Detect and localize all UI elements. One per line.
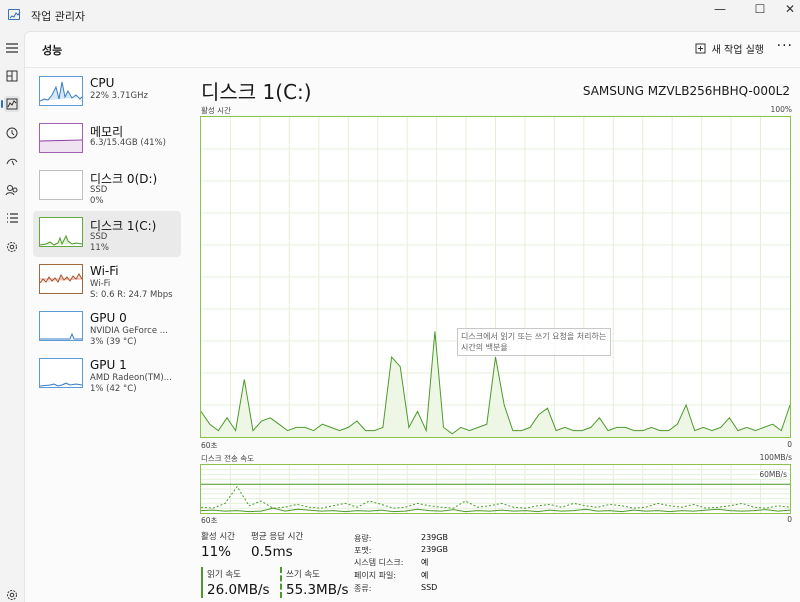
- transfer-rate-chart: [200, 464, 791, 514]
- page-title: 성능: [42, 44, 63, 57]
- minimize-button[interactable]: —: [700, 0, 740, 20]
- device-gpu-0[interactable]: GPU 0 NVIDIA GeForce ... 3% (39 °C): [33, 305, 181, 351]
- device-usage: 11%: [90, 243, 109, 253]
- response-time-label: 평균 응답 시간: [251, 532, 304, 542]
- disk0-thumbnail: [39, 170, 83, 200]
- device-cpu[interactable]: CPU 22% 3.71GHz: [33, 70, 181, 116]
- transfer-ref-label: 60MB/s: [758, 470, 788, 479]
- users-icon[interactable]: [4, 182, 20, 198]
- device-usage: 3% (39 °C): [90, 337, 137, 347]
- property-key: 시스템 디스크:: [354, 558, 404, 567]
- property-key: 용량:: [354, 534, 372, 543]
- wifi-thumbnail: [39, 264, 83, 294]
- x2-axis-right-label: 0: [787, 515, 792, 524]
- close-button[interactable]: ✕: [770, 0, 800, 20]
- device-detail: NVIDIA GeForce ...: [90, 326, 168, 336]
- processes-icon[interactable]: [4, 68, 20, 84]
- device-name: GPU 0: [90, 311, 127, 325]
- device-wifi[interactable]: Wi-Fi Wi-Fi S: 0.6 R: 24.7 Mbps: [33, 258, 181, 304]
- page-header: 성능 새 작업 실행 ···: [25, 32, 800, 68]
- content-panel: 성능 새 작업 실행 ··· CPU 22% 3.71GHz 메모리 6.3/1…: [24, 31, 800, 602]
- performance-icon[interactable]: [1, 96, 20, 112]
- settings-icon[interactable]: [4, 587, 20, 602]
- device-detail: SSD: [90, 232, 108, 242]
- property-key: 페이지 파일:: [354, 571, 397, 580]
- title-bar: 작업 관리자 — ☐ ✕: [0, 0, 800, 31]
- app-history-icon[interactable]: [4, 125, 20, 141]
- details-icon[interactable]: [4, 210, 20, 226]
- device-detail: AMD Radeon(TM)...: [90, 373, 172, 383]
- device-usage: S: 0.6 R: 24.7 Mbps: [90, 290, 173, 300]
- property-key: 포맷:: [354, 546, 372, 555]
- x-axis-right-label: 0: [787, 440, 792, 449]
- transfer-rate-svg: [200, 465, 791, 513]
- read-speed-value: 26.0MB/s: [207, 582, 270, 598]
- gpu0-thumbnail: [39, 311, 83, 341]
- write-speed-value: 55.3MB/s: [286, 582, 349, 598]
- more-options-button[interactable]: ···: [777, 38, 793, 54]
- startup-apps-icon[interactable]: [4, 153, 20, 169]
- active-time-svg: [200, 117, 791, 437]
- device-name: Wi-Fi: [90, 264, 119, 278]
- services-icon[interactable]: [4, 239, 20, 255]
- device-name: CPU: [90, 76, 115, 90]
- property-key: 종류:: [354, 584, 372, 593]
- property-value: 239GB: [421, 533, 448, 542]
- write-speed-label: 쓰기 속도: [286, 570, 320, 580]
- property-value: 예: [421, 571, 429, 580]
- active-time-stat-value: 11%: [201, 544, 232, 560]
- new-task-label: 새 작업 실행: [711, 45, 764, 56]
- device-usage: 0%: [90, 196, 104, 206]
- gpu1-thumbnail: [39, 358, 83, 388]
- chart-tooltip: 디스크에서 읽기 또는 쓰기 요청을 처리하는 시간의 백분율: [457, 328, 611, 356]
- device-disk-0[interactable]: 디스크 0(D:) SSD 0%: [33, 164, 181, 210]
- new-task-button[interactable]: 새 작업 실행: [695, 41, 764, 56]
- active-time-stat-label: 활성 시간: [201, 532, 235, 542]
- active-time-max-label: 100%: [770, 105, 792, 114]
- response-time-value: 0.5ms: [251, 544, 293, 560]
- property-value: 239GB: [421, 545, 448, 554]
- device-model: SAMSUNG MZVLB256HBHQ-000L2: [582, 84, 790, 98]
- window-title: 작업 관리자: [31, 10, 86, 23]
- device-memory[interactable]: 메모리 6.3/15.4GB (41%): [33, 117, 181, 163]
- device-detail: 6.3/15.4GB (41%): [90, 138, 166, 148]
- active-time-chart: [200, 116, 791, 438]
- active-time-chart-label: 활성 시간: [201, 106, 231, 115]
- transfer-max-label: 100MB/s: [759, 453, 792, 462]
- device-title: 디스크 1(C:): [201, 80, 312, 104]
- property-value: SSD: [421, 583, 438, 592]
- device-name: GPU 1: [90, 358, 127, 372]
- navigation-rail: [0, 31, 24, 602]
- cpu-thumbnail: [39, 76, 83, 106]
- device-detail: 22% 3.71GHz: [90, 91, 148, 101]
- device-usage: 1% (42 °C): [90, 384, 137, 394]
- disk1-thumbnail: [39, 217, 83, 247]
- write-speed-indicator: [280, 567, 282, 598]
- device-detail: Wi-Fi: [90, 279, 111, 289]
- device-gpu-1[interactable]: GPU 1 AMD Radeon(TM)... 1% (42 °C): [33, 352, 181, 398]
- memory-thumbnail: [39, 123, 83, 153]
- property-value: 예: [421, 558, 429, 567]
- device-disk-1[interactable]: 디스크 1(C:) SSD 11%: [33, 211, 181, 257]
- device-detail: SSD: [90, 185, 108, 195]
- task-manager-icon: [8, 9, 21, 20]
- new-task-icon: [695, 43, 706, 54]
- x-axis-left-label: 60초: [201, 441, 218, 450]
- read-speed-label: 읽기 속도: [207, 570, 241, 580]
- transfer-chart-label: 디스크 전송 속도: [201, 454, 255, 463]
- read-speed-indicator: [201, 567, 203, 598]
- menu-icon[interactable]: [4, 40, 20, 56]
- x2-axis-left-label: 60초: [201, 516, 218, 525]
